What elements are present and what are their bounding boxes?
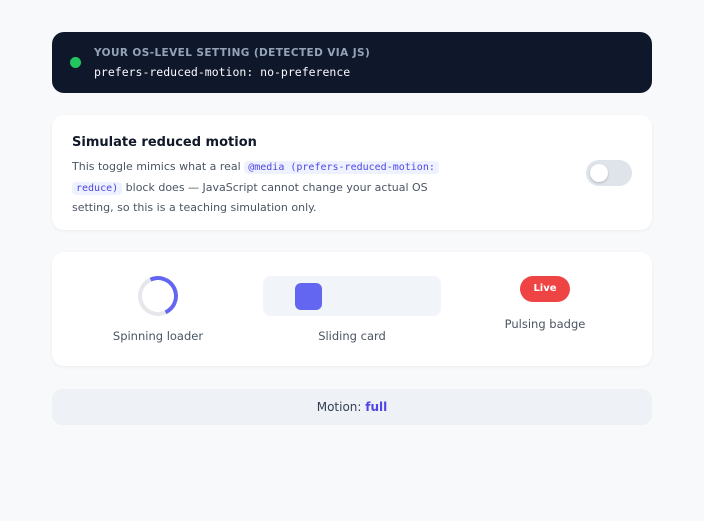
motion-status-value: full — [365, 400, 388, 414]
simulate-title: Simulate reduced motion — [72, 135, 257, 150]
media-query-code-2: reduce) — [72, 181, 123, 195]
simulate-card: Simulate reduced motion This toggle mimi… — [52, 115, 652, 230]
sliding-track — [263, 276, 441, 316]
reduce-motion-toggle[interactable] — [586, 160, 632, 186]
motion-demos-card: Spinning loader Sliding card Live Pulsin… — [52, 252, 652, 366]
os-setting-value: prefers-reduced-motion: no-preference — [94, 65, 351, 79]
os-setting-kicker: YOUR OS-LEVEL SETTING (DETECTED VIA JS) — [94, 47, 371, 59]
live-badge: Live — [520, 276, 570, 302]
pulse-label: Pulsing badge — [504, 317, 586, 331]
motion-status-bar: Motion: full — [52, 389, 652, 425]
toggle-knob — [590, 164, 608, 182]
media-query-code-1: @media (prefers-reduced-motion: — [244, 161, 439, 174]
desc-text-1: This toggle mimics what a real — [72, 160, 245, 173]
simulate-description: This toggle mimics what a real @media (p… — [72, 157, 452, 218]
os-setting-banner: YOUR OS-LEVEL SETTING (DETECTED VIA JS) … — [52, 32, 652, 93]
status-dot-icon — [70, 57, 81, 68]
spinner-loader-icon — [132, 270, 184, 322]
sliding-card-square — [295, 283, 322, 310]
spinner-label: Spinning loader — [112, 329, 204, 343]
sliding-label: Sliding card — [318, 329, 386, 343]
motion-status-label: Motion: — [316, 400, 362, 414]
desc-text-2: block does — JavaScript cannot change yo… — [72, 180, 428, 215]
